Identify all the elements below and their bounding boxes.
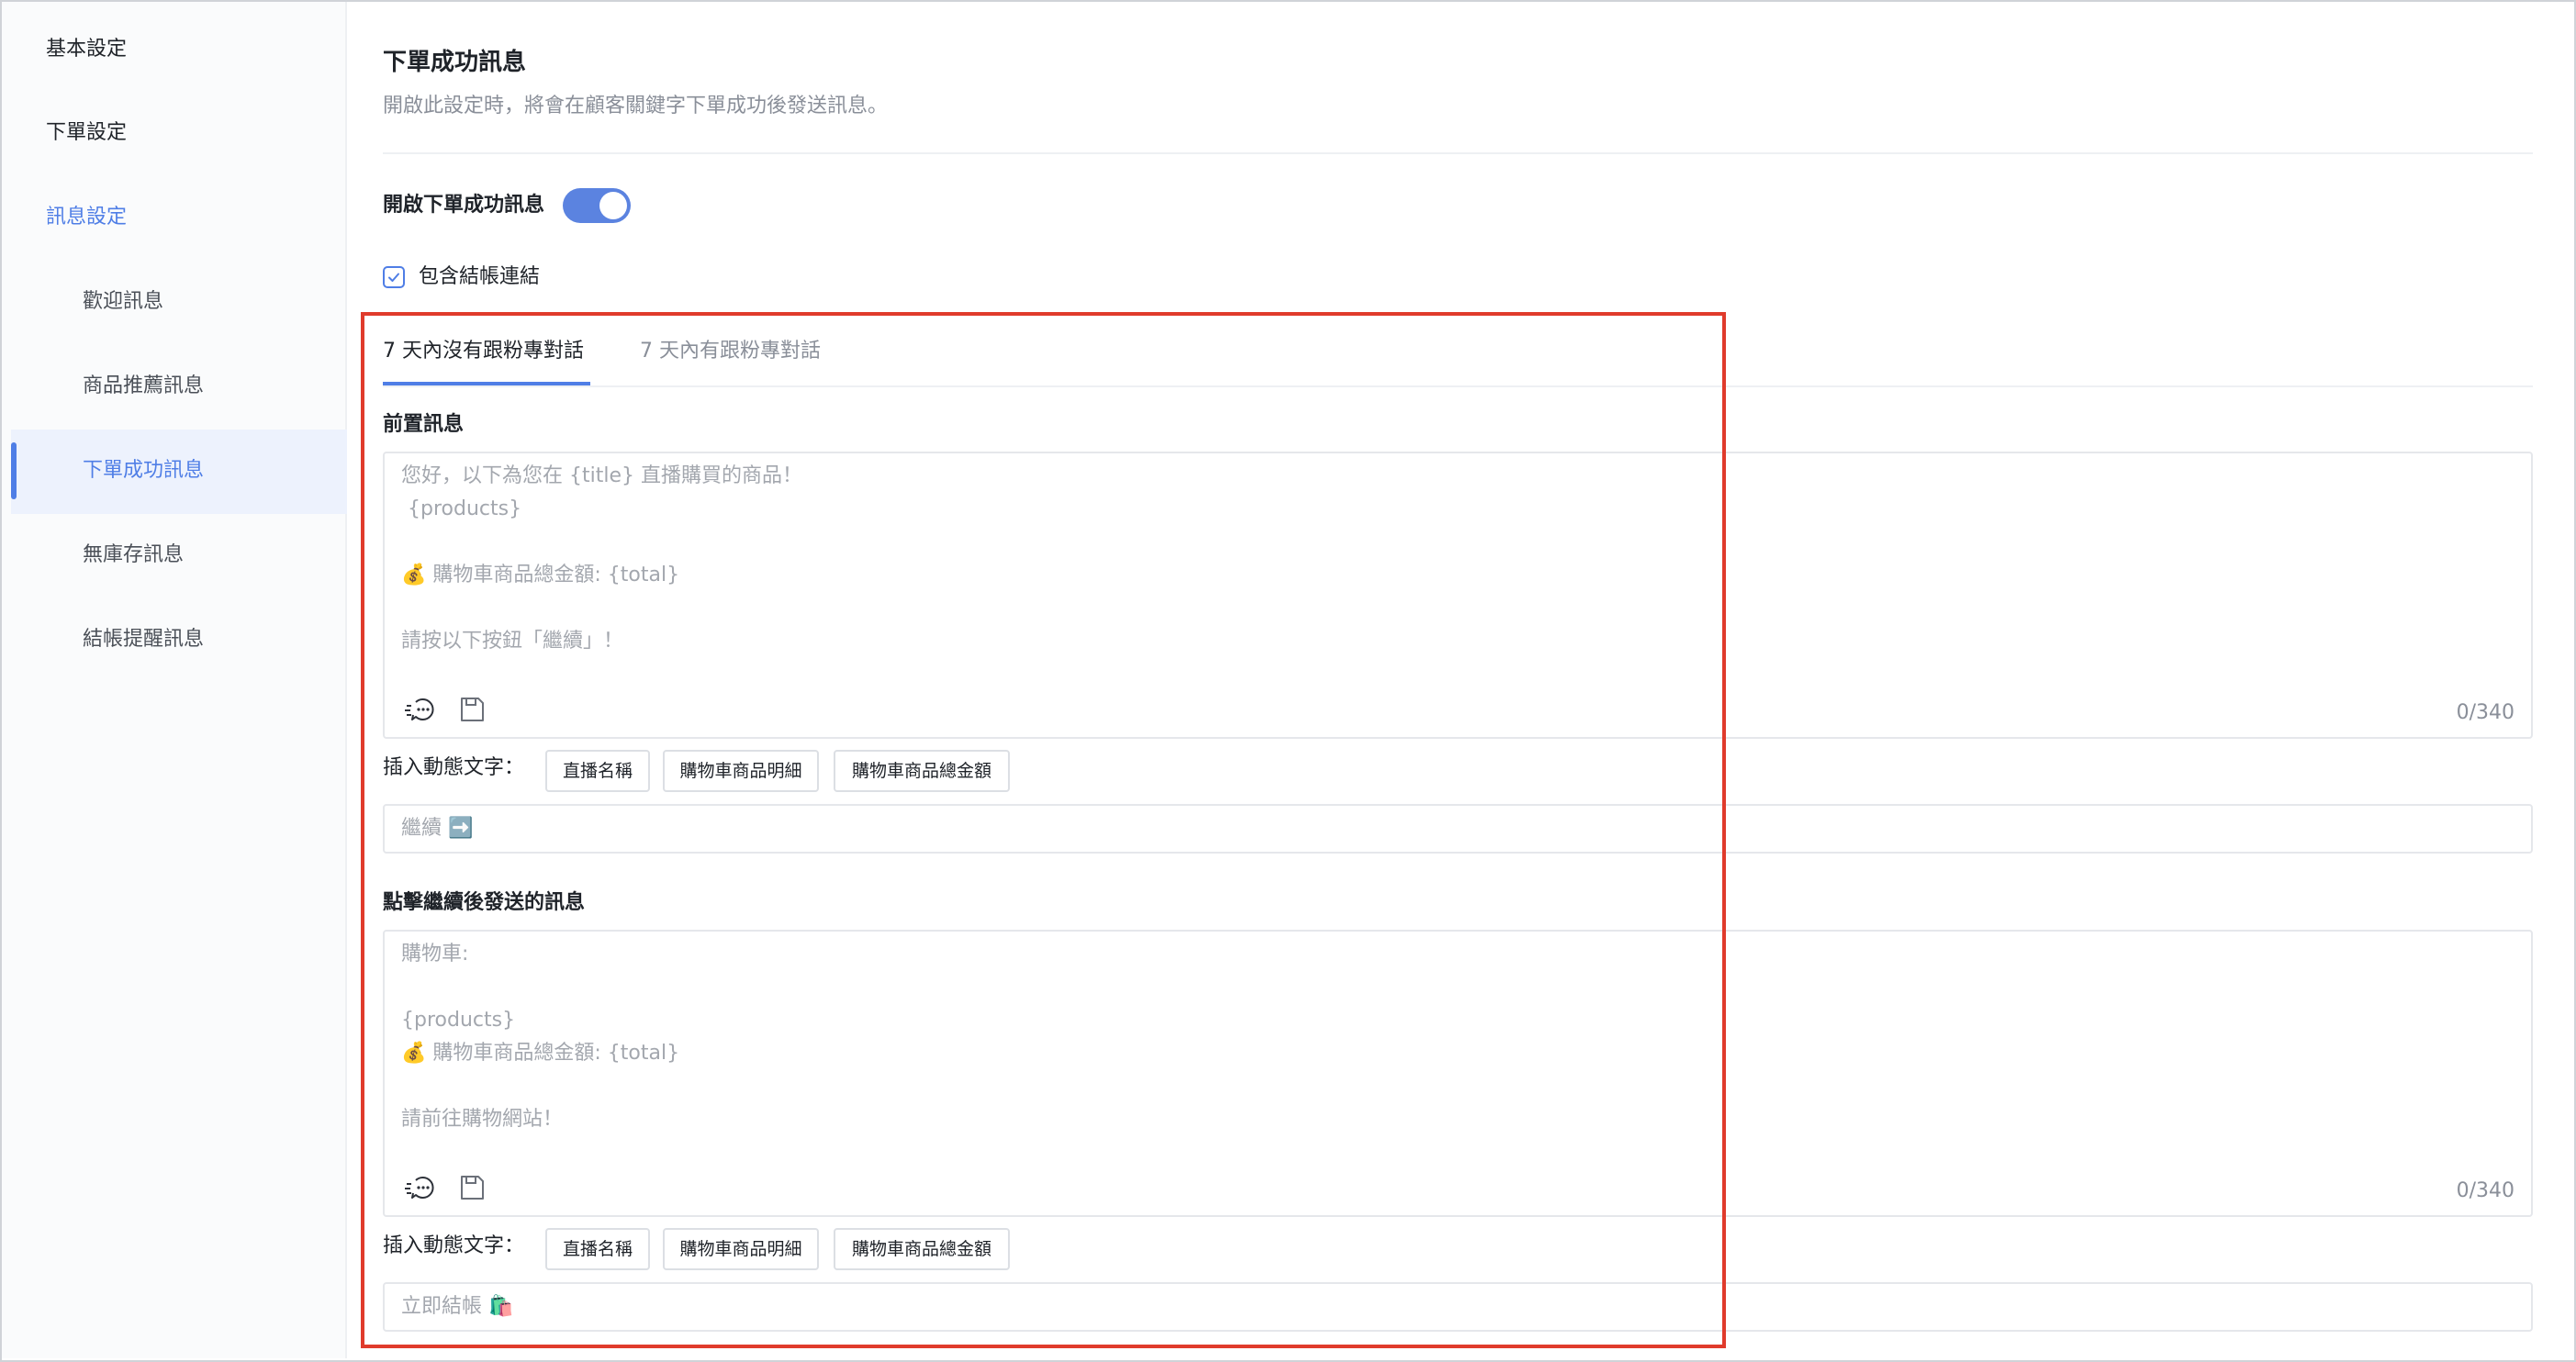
tab-divider	[383, 385, 2533, 387]
pre-message-char-counter: 0/340	[2456, 701, 2514, 724]
insert-cart-products-chip[interactable]: 購物車商品明細	[663, 750, 819, 792]
insert-live-title-chip[interactable]: 直播名稱	[545, 750, 650, 792]
pre-message-textarea[interactable]: 您好，以下為您在 {title} 直播購買的商品！ {products} 💰 購…	[383, 452, 2533, 739]
checkmark-icon	[388, 273, 399, 282]
pre-message-line: 💰 購物車商品總金額: {total}	[401, 564, 680, 586]
after-message-line: 💰 購物車商品總金額: {total}	[401, 1042, 680, 1065]
checkout-button-placeholder: 立即結帳 🛍️	[401, 1295, 514, 1318]
sidebar: 基本設定 下單設定 訊息設定 歡迎訊息 商品推薦訊息 下單成功訊息 無庫存訊息 …	[2, 2, 347, 1358]
sidebar-item-message-settings[interactable]: 訊息設定	[46, 204, 127, 231]
insert-live-title-chip[interactable]: 直播名稱	[545, 1228, 650, 1270]
checkbox-label: 包含結帳連結	[419, 265, 541, 288]
after-message-label: 點擊繼續後發送的訊息	[383, 891, 586, 914]
include-checkout-link-checkbox[interactable]	[383, 266, 405, 288]
save-template-icon[interactable]	[456, 1172, 487, 1203]
pre-message-label: 前置訊息	[383, 413, 465, 436]
sidebar-item-order-settings[interactable]: 下單設定	[46, 119, 127, 147]
toggle-knob	[599, 192, 627, 219]
toggle-label: 開啟下單成功訊息	[383, 194, 545, 217]
continue-button-placeholder: 繼續 ➡️	[401, 817, 474, 840]
after-message-line: 請前往購物網站！	[401, 1108, 564, 1131]
after-message-line: 購物車:	[401, 943, 469, 966]
tab-active-underline	[383, 382, 590, 385]
divider	[383, 152, 2533, 154]
after-message-textarea[interactable]: 購物車: {products} 💰 購物車商品總金額: {total} 請前往購…	[383, 930, 2533, 1217]
insert-cart-total-chip[interactable]: 購物車商品總金額	[834, 750, 1010, 792]
sidebar-item-checkout-reminder-message[interactable]: 結帳提醒訊息	[83, 626, 204, 653]
tab-has-conversation-7-days[interactable]: 7 天內有跟粉專對話	[640, 338, 821, 365]
insert-cart-products-chip[interactable]: 購物車商品明細	[663, 1228, 819, 1270]
save-template-icon[interactable]	[456, 694, 487, 725]
continue-button-text-input[interactable]: 繼續 ➡️	[383, 804, 2533, 854]
insert-dynamic-text-label: 插入動態文字：	[383, 756, 525, 779]
after-message-line: {products}	[401, 1009, 516, 1032]
sidebar-item-product-recommend-message[interactable]: 商品推薦訊息	[83, 373, 204, 400]
sidebar-selected-indicator	[11, 442, 17, 499]
insert-cart-total-chip[interactable]: 購物車商品總金額	[834, 1228, 1010, 1270]
quick-reply-icon[interactable]	[405, 694, 436, 725]
sidebar-item-out-of-stock-message[interactable]: 無庫存訊息	[83, 541, 184, 569]
pre-message-line: {products}	[401, 497, 522, 520]
sidebar-item-welcome-message[interactable]: 歡迎訊息	[83, 288, 163, 316]
tab-no-conversation-7-days[interactable]: 7 天內沒有跟粉專對話	[383, 338, 584, 365]
sidebar-item-basic-settings[interactable]: 基本設定	[46, 36, 127, 63]
order-success-toggle[interactable]	[563, 188, 631, 223]
after-message-char-counter: 0/340	[2456, 1179, 2514, 1202]
page-description: 開啟此設定時，將會在顧客關鍵字下單成功後發送訊息。	[383, 95, 889, 117]
pre-message-line: 您好，以下為您在 {title} 直播購買的商品！	[401, 464, 802, 487]
page-title: 下單成功訊息	[383, 49, 527, 76]
pre-message-line: 請按以下按鈕「繼續」！	[401, 630, 624, 653]
insert-dynamic-text-label: 插入動態文字：	[383, 1234, 525, 1257]
checkout-button-text-input[interactable]: 立即結帳 🛍️	[383, 1282, 2533, 1332]
sidebar-item-order-success-message[interactable]: 下單成功訊息	[83, 457, 204, 485]
quick-reply-icon[interactable]	[405, 1172, 436, 1203]
